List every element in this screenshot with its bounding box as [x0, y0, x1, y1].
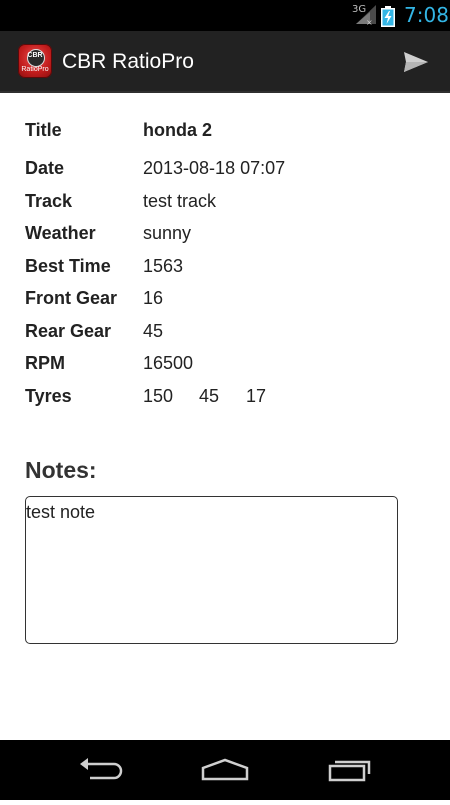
- title-label: Title: [25, 120, 62, 140]
- status-clock: 7:08: [404, 3, 449, 27]
- best-time-value: 1563: [143, 256, 184, 276]
- rear-gear-value: 45: [143, 321, 164, 341]
- send-icon: [404, 52, 428, 72]
- rpm-value: 16500: [143, 353, 194, 373]
- track-value: test track: [143, 191, 217, 211]
- rpm-label: RPM: [25, 353, 65, 373]
- app-logo-icon[interactable]: CBR RatioPro: [18, 44, 52, 78]
- tyre-profile-value: 45: [199, 386, 220, 406]
- front-gear-label: Front Gear: [25, 288, 118, 308]
- home-button[interactable]: [175, 740, 275, 800]
- notes-text: test note: [26, 502, 96, 522]
- date-label: Date: [25, 158, 65, 178]
- title-value: honda 2: [143, 120, 213, 140]
- recent-apps-button[interactable]: [300, 740, 400, 800]
- app-title: CBR RatioPro: [62, 50, 194, 73]
- send-button[interactable]: [395, 44, 435, 80]
- tyres-label: Tyres: [25, 386, 72, 406]
- battery-charging-icon: [381, 6, 395, 27]
- home-icon: [201, 758, 249, 781]
- status-bar: 3G × 7:08: [0, 0, 450, 31]
- svg-text:×: ×: [366, 18, 373, 26]
- front-gear-value: 16: [143, 288, 164, 308]
- app-logo-text-top: CBR: [27, 52, 43, 59]
- back-button[interactable]: [50, 740, 150, 800]
- best-time-label: Best Time: [25, 256, 111, 276]
- track-label: Track: [25, 191, 73, 211]
- signal-strength-icon: 3G ×: [350, 4, 378, 26]
- weather-label: Weather: [25, 223, 96, 243]
- app-logo-text-bottom: RatioPro: [21, 66, 49, 73]
- notes-field[interactable]: test note: [25, 496, 398, 644]
- weather-value: sunny: [143, 223, 192, 243]
- tyre-rim-value: 17: [246, 386, 267, 406]
- date-value: 2013-08-18 07:07: [143, 158, 286, 178]
- back-icon: [80, 758, 123, 780]
- recent-apps-icon: [328, 760, 371, 782]
- notes-heading: Notes:: [25, 457, 97, 483]
- tyre-width-value: 150: [143, 386, 174, 406]
- rear-gear-label: Rear Gear: [25, 321, 112, 341]
- navigation-bar: [0, 740, 450, 800]
